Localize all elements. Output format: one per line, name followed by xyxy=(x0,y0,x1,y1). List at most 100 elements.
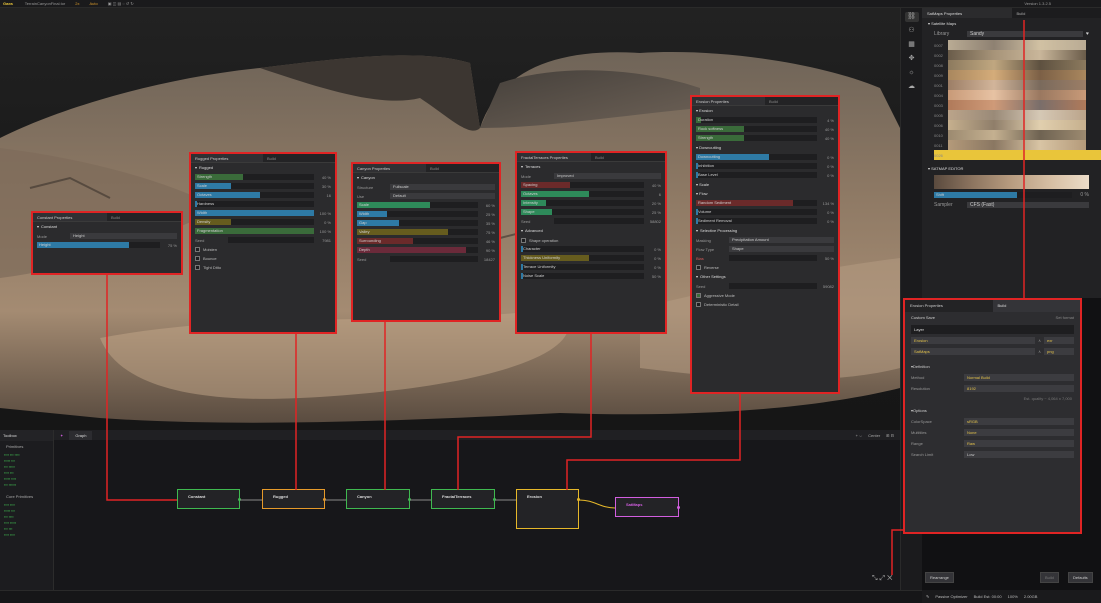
output-port[interactable] xyxy=(238,498,241,501)
satmap-item[interactable]: 0002 xyxy=(934,50,1101,60)
tab-graph[interactable]: Graph xyxy=(69,430,93,440)
grid-icon[interactable]: ▦ xyxy=(905,40,919,50)
section-header[interactable]: ▾ Flow xyxy=(692,189,838,198)
build-tab[interactable]: Build xyxy=(426,164,499,172)
satmap-item[interactable]: 0004 xyxy=(934,90,1101,100)
satmap-item[interactable]: 0008 xyxy=(934,60,1101,70)
graph-node-erosion[interactable]: Erosion xyxy=(516,489,580,529)
build-button[interactable]: Build xyxy=(1040,572,1059,583)
fractal-param-slider[interactable]: Octaves xyxy=(521,191,644,197)
fit-view-icon[interactable]: ⤡ ⤢ ✕ xyxy=(872,575,892,583)
canyon-param-slider[interactable]: Width xyxy=(357,211,478,217)
fractal-advanced-param-slider[interactable]: Thickness Uniformity xyxy=(521,255,644,261)
output-format-select[interactable]: exr xyxy=(1044,337,1074,344)
erosion-param-slider[interactable]: Duration xyxy=(696,117,817,123)
passive-optimizer[interactable]: Passive Optimizer xyxy=(935,594,967,599)
build-tab[interactable]: Build xyxy=(107,213,181,221)
seed-field[interactable] xyxy=(554,218,644,224)
tab-build[interactable]: Build xyxy=(992,300,1080,312)
seed-field[interactable] xyxy=(729,283,817,289)
rugged-param-slider[interactable]: Density xyxy=(195,219,314,225)
multitiles-select[interactable]: None xyxy=(964,429,1074,436)
seed-value[interactable]: 59082 xyxy=(820,284,834,289)
graph-node-rugged[interactable]: Rugged xyxy=(262,489,326,509)
erosion-param-slider[interactable]: Strength xyxy=(696,135,817,141)
satmap-item[interactable]: 0005 xyxy=(934,110,1101,120)
panel-title[interactable]: Erosion Properties xyxy=(692,97,765,105)
scale-indicator[interactable]: 2x xyxy=(75,1,79,6)
layout-icon[interactable]: ⊞ ⊟ xyxy=(886,433,894,438)
build-tab[interactable]: Build xyxy=(263,154,335,162)
fractal-param-slider[interactable]: Intensity xyxy=(521,200,644,206)
canyon-param-slider[interactable]: Scale xyxy=(357,202,478,208)
status-indicator[interactable]: Auto xyxy=(90,1,98,6)
option-checkbox[interactable] xyxy=(195,264,200,270)
output-port[interactable] xyxy=(493,498,496,501)
panel-title[interactable]: Constant Properties xyxy=(33,213,107,221)
output-port[interactable] xyxy=(408,498,411,501)
tab-build[interactable]: Build xyxy=(1012,8,1101,18)
section-header[interactable]: ▾ Erosion xyxy=(692,106,838,115)
node-list[interactable]: ▪▪▪▪ ▪▪▪ ▪▪▪▪ ▪▪▪▪▪ ▪▪▪ ▪▪▪ ▪▪▪▪▪ ▪▪▪▪ ▪▪▪ ▪… xyxy=(0,452,53,488)
file-name[interactable]: TerrainCanyonFinal.tor xyxy=(25,1,65,6)
satmap-item[interactable]: 0003 xyxy=(934,100,1101,110)
center-button[interactable]: Center xyxy=(868,433,880,438)
graph-node-satmaps[interactable]: SatMaps xyxy=(615,497,680,517)
output-name-field[interactable]: SatMaps xyxy=(911,348,1036,355)
app-logo[interactable]: Gaea xyxy=(3,1,13,6)
satmap-item[interactable]: 0010 xyxy=(934,130,1101,140)
seed-field[interactable] xyxy=(228,237,314,243)
resolution-select[interactable]: 8192 xyxy=(964,385,1074,392)
satmap-item[interactable]: 0026 xyxy=(934,150,1101,160)
panel-title[interactable]: Canyon Properties xyxy=(353,164,426,172)
gradient-preview[interactable] xyxy=(934,175,1089,189)
satmap-item[interactable]: 0009 xyxy=(934,70,1101,80)
erosion-param-slider[interactable]: Sediment Removal xyxy=(696,218,817,224)
sort-icon[interactable]: ∧ xyxy=(1038,349,1041,354)
output-format-select[interactable]: png xyxy=(1044,348,1074,355)
settings-icon[interactable]: ☼ xyxy=(905,68,919,78)
masking-select[interactable]: Precipitation Amount xyxy=(729,237,834,243)
graph-add-icon[interactable]: ✦ xyxy=(54,433,69,438)
section-header[interactable]: ▾ Scale xyxy=(692,180,838,189)
erosion-param-slider[interactable]: Base Level xyxy=(696,172,817,178)
sort-icon[interactable]: ∧ xyxy=(1038,338,1041,343)
bias-slider[interactable] xyxy=(729,255,817,261)
output-name-field[interactable]: Erosion xyxy=(911,337,1036,344)
rugged-param-slider[interactable]: Width xyxy=(195,210,314,216)
range-select[interactable]: Raw xyxy=(964,440,1074,447)
node-graph[interactable] xyxy=(0,430,900,590)
erosion-param-slider[interactable]: Inhibition xyxy=(696,163,817,169)
rugged-param-slider[interactable]: Fragmentation xyxy=(195,228,314,234)
graph-node-constant[interactable]: Constant xyxy=(177,489,241,509)
seed-value[interactable]: 58802 xyxy=(647,219,661,224)
satmap-item[interactable]: 0006 xyxy=(934,120,1101,130)
fractal-advanced-param-slider[interactable]: Character xyxy=(521,246,644,252)
rugged-param-slider[interactable]: Scale xyxy=(195,183,314,189)
erosion-param-slider[interactable]: Downcutting xyxy=(696,154,817,160)
link-icon[interactable]: ⛓ xyxy=(904,12,919,22)
satmap-item[interactable]: 0011 xyxy=(934,140,1101,150)
library-select[interactable]: Sandy xyxy=(967,31,1084,37)
build-tab[interactable]: Build xyxy=(765,97,838,105)
pin-icon[interactable]: ✎ xyxy=(926,594,929,599)
panel-title[interactable]: FractalTerraces Properties xyxy=(517,153,591,161)
output-port[interactable] xyxy=(323,498,326,501)
method-select[interactable]: Normal Build xyxy=(964,374,1074,381)
core-primitives-header[interactable]: Core Primitives xyxy=(0,488,53,502)
fractal-advanced-param-slider[interactable]: Terrace Uniformity xyxy=(521,264,644,270)
constant-param-slider[interactable]: Height xyxy=(37,242,160,248)
sampler-select[interactable]: CFS (Fast) xyxy=(967,202,1089,208)
set-format-link[interactable]: Set format xyxy=(1056,315,1074,320)
fractal-param-slider[interactable]: Shape xyxy=(521,209,644,215)
rearrange-label[interactable]: Rearrange xyxy=(925,572,954,583)
output-port[interactable] xyxy=(577,498,580,501)
output-port[interactable] xyxy=(677,506,680,509)
reverse-checkbox[interactable] xyxy=(696,264,701,270)
seed-value[interactable]: 7981 xyxy=(317,238,331,243)
zoom-plus-icon[interactable]: + ⌵ xyxy=(856,433,862,438)
fractal-advanced-param-slider[interactable]: Noise Scale xyxy=(521,273,644,279)
satmap-item[interactable]: 0007 xyxy=(934,40,1101,50)
build-tab[interactable]: Build xyxy=(591,153,665,161)
canyon-param-slider[interactable]: Valley xyxy=(357,229,478,235)
